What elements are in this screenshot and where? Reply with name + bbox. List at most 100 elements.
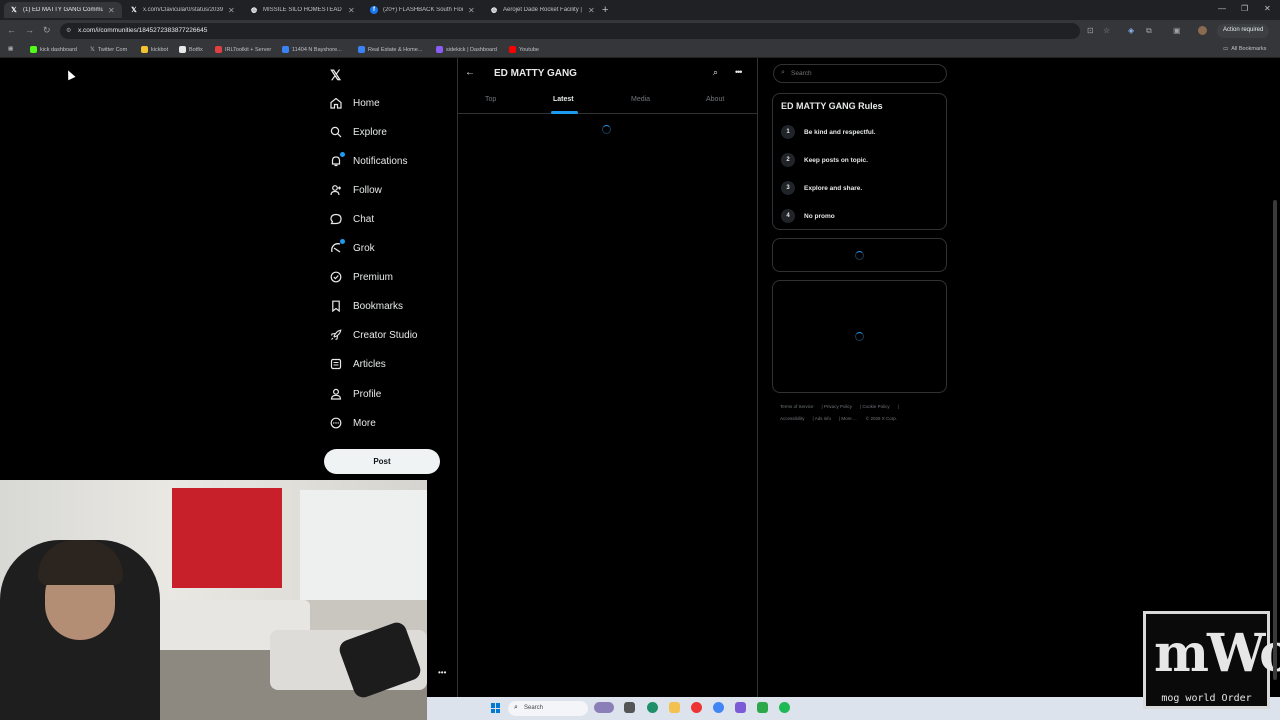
- webcam-red-backdrop: [172, 488, 282, 588]
- windows-start-icon[interactable]: [491, 703, 501, 713]
- bookmark-item[interactable]: Real Estate & Home...: [358, 46, 422, 53]
- browser-tab[interactable]: ◍ Aerojet Dade Rocket Facility | Re ✕: [484, 2, 602, 18]
- site-info-icon[interactable]: ⚙: [66, 27, 71, 34]
- scrollbar[interactable]: [1273, 200, 1277, 680]
- footer-link[interactable]: More ...: [841, 416, 856, 421]
- more-dots-icon[interactable]: •••: [438, 668, 446, 677]
- all-bookmarks-button[interactable]: ▭ All Bookmarks: [1223, 46, 1266, 52]
- tab-latest[interactable]: Latest: [553, 96, 574, 103]
- star-icon[interactable]: ☆: [1103, 26, 1110, 35]
- premium-icon: [330, 271, 342, 283]
- search-icon[interactable]: ⌕: [713, 67, 718, 78]
- footer-link[interactable]: Cookie Policy: [862, 404, 889, 409]
- sidebar-item-label: Home: [353, 97, 380, 109]
- rule-item: 1 Be kind and respectful.: [781, 125, 876, 139]
- bookmark-item[interactable]: IRLToolkit + Server: [215, 46, 271, 53]
- sidebar-item-premium[interactable]: Premium: [330, 271, 393, 283]
- discord-icon[interactable]: [735, 702, 746, 713]
- install-icon[interactable]: ⊡: [1087, 26, 1094, 35]
- minimize-icon[interactable]: —: [1218, 4, 1226, 13]
- post-button[interactable]: Post: [324, 449, 440, 474]
- footer-links: Accessibility | Ads info | More ... © 2026…: [780, 416, 897, 421]
- chat-icon: [330, 213, 342, 225]
- tab-top[interactable]: Top: [485, 96, 496, 103]
- search-placeholder: Search: [791, 70, 812, 77]
- bookmark-item[interactable]: sidekick | Dashboard: [436, 46, 497, 53]
- browser-tab[interactable]: 𝕏 x.com/Clavicular0/status/2039... ✕: [124, 2, 242, 18]
- bookmark-item[interactable]: Botfix: [179, 46, 203, 53]
- copyright: © 2026 X Corp.: [865, 416, 897, 421]
- sidebar-item-more[interactable]: More: [330, 417, 376, 429]
- sidebar-item-creator-studio[interactable]: Creator Studio: [330, 329, 417, 341]
- file-explorer-icon[interactable]: [669, 702, 680, 713]
- bookmark-label: Twitter Com: [97, 46, 128, 53]
- avatar[interactable]: [1198, 26, 1207, 35]
- sidebar-item-follow[interactable]: Follow: [330, 184, 382, 196]
- close-icon[interactable]: ✕: [348, 6, 356, 15]
- tab-media[interactable]: Media: [631, 96, 650, 103]
- back-icon[interactable]: ←: [7, 25, 16, 35]
- close-icon[interactable]: ✕: [108, 6, 116, 15]
- bookmark-item[interactable]: 11404 N Bayshore...: [282, 46, 342, 53]
- sidebar-item-label: More: [353, 417, 376, 429]
- search-input[interactable]: ⌕ Search: [773, 64, 947, 83]
- app-icon[interactable]: [691, 702, 702, 713]
- task-view-icon[interactable]: [624, 702, 635, 713]
- footer-link[interactable]: Ads info: [815, 416, 831, 421]
- bookmark-item[interactable]: 𝕏 Twitter Com: [90, 46, 128, 54]
- sidebar-item-bookmarks[interactable]: Bookmarks: [330, 300, 403, 312]
- close-icon[interactable]: ✕: [468, 6, 476, 15]
- follow-icon: [330, 184, 342, 196]
- spotify-icon[interactable]: [779, 702, 790, 713]
- rule-text: Explore and share.: [804, 184, 863, 192]
- rules-title: ED MATTY GANG Rules: [781, 101, 883, 111]
- loading-spinner: [855, 251, 864, 260]
- sidebar-item-notifications[interactable]: Notifications: [330, 152, 408, 167]
- loading-card: [772, 238, 947, 272]
- browser-tab[interactable]: f (20+) FLASHBACK South Florida ✕: [364, 2, 482, 18]
- footer-link[interactable]: Accessibility: [780, 416, 805, 421]
- sidebar-item-articles[interactable]: Articles: [330, 358, 386, 370]
- close-icon[interactable]: ✕: [588, 6, 596, 15]
- widgets-icon[interactable]: [594, 702, 614, 713]
- bookmark-label: sidekick | Dashboard: [446, 46, 497, 53]
- puzzle-icon[interactable]: ⧉: [1146, 26, 1152, 36]
- forward-icon[interactable]: →: [25, 25, 34, 35]
- maximize-icon[interactable]: ❐: [1241, 4, 1248, 13]
- footer-link[interactable]: Terms of Service: [780, 404, 814, 409]
- chrome-icon[interactable]: [713, 702, 724, 713]
- close-icon[interactable]: ✕: [228, 6, 236, 15]
- loading-card: [772, 280, 947, 393]
- action-required-button[interactable]: Action required: [1217, 24, 1270, 38]
- close-window-icon[interactable]: ✕: [1264, 4, 1271, 13]
- footer-link[interactable]: Privacy Policy: [824, 404, 852, 409]
- sidebar-item-chat[interactable]: Chat: [330, 213, 374, 225]
- sidebar-item-grok[interactable]: Grok: [330, 239, 375, 254]
- globe-icon: ◍: [250, 7, 258, 14]
- bookmark-item[interactable]: Youtube: [509, 46, 539, 53]
- tab-about[interactable]: About: [706, 96, 724, 103]
- address-bar[interactable]: ⚙ x.com/i/communities/184527238387722664…: [60, 23, 1080, 39]
- bookmark-item[interactable]: kickbot: [141, 46, 168, 53]
- kick-icon: [30, 46, 37, 53]
- sheets-icon[interactable]: [757, 702, 768, 713]
- bookmark-item[interactable]: kick dashboard: [30, 46, 77, 53]
- taskbar-search[interactable]: ⌕ Search: [508, 701, 588, 716]
- x-logo-icon[interactable]: 𝕏: [330, 67, 341, 84]
- browser-tab[interactable]: ◍ MISSILE SILO HOMESTEAD - Google ✕: [244, 2, 362, 18]
- extension-icon[interactable]: ◈: [1128, 26, 1134, 35]
- back-arrow-icon[interactable]: ←: [465, 67, 475, 78]
- edge-icon[interactable]: [647, 702, 658, 713]
- sidepanel-icon[interactable]: ▣: [1173, 26, 1181, 35]
- logo-subtitle: mog world Order: [1161, 693, 1252, 704]
- sidebar-item-label: Notifications: [353, 155, 408, 167]
- sidebar-item-profile[interactable]: Profile: [330, 388, 381, 400]
- sidebar-item-explore[interactable]: Explore: [330, 126, 387, 138]
- browser-tab[interactable]: 𝕏 (1) ED MATTY GANG Community / X ✕: [4, 2, 122, 18]
- notification-dot: [340, 152, 345, 157]
- reload-icon[interactable]: ↻: [43, 25, 51, 36]
- apps-icon[interactable]: ▦: [8, 46, 13, 52]
- more-options-icon[interactable]: •••: [735, 67, 743, 77]
- new-tab-button[interactable]: +: [602, 4, 608, 16]
- sidebar-item-home[interactable]: Home: [330, 97, 380, 109]
